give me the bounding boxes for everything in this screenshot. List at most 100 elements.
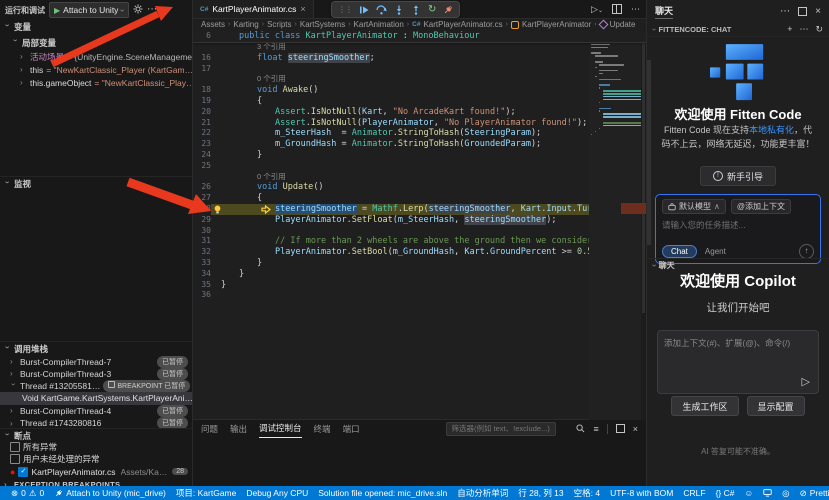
close-panel-icon[interactable]: ×: [633, 424, 638, 434]
callstack-thread-row[interactable]: ›Thread #13205581… BREAKPOINT 已暂停: [0, 380, 192, 393]
plug-icon: [54, 489, 63, 498]
variable-row-1[interactable]: ›this = "NewKartClassic_Player (KartGam…: [0, 63, 192, 76]
sticky-scroll-line[interactable]: 6public class KartPlayerAnimator : MonoB…: [193, 31, 646, 43]
debug-console-content[interactable]: [193, 437, 646, 486]
launch-config-dropdown[interactable]: ▶ Attach to Unity ›: [49, 2, 129, 18]
breakpoint-exception-row[interactable]: 用户未经处理的异常: [0, 453, 192, 466]
panel-tab-问题[interactable]: 问题: [201, 420, 218, 437]
more-actions-icon[interactable]: ⋯: [147, 5, 157, 15]
editor-more-actions-icon[interactable]: ⋯: [631, 4, 640, 15]
csharp-file-icon: C#: [412, 21, 420, 28]
status-item[interactable]: 自动分析单词: [452, 487, 513, 499]
disconnect-button[interactable]: [443, 5, 453, 15]
status-item[interactable]: 空格: 4: [569, 487, 605, 499]
step-into-button[interactable]: [394, 5, 404, 15]
private-deploy-link[interactable]: 本地私有化: [749, 125, 794, 135]
fittencode-section-header[interactable]: › FITTENCODE: CHAT + ⋯ ↻: [647, 22, 829, 37]
chat-panel-title[interactable]: 聊天: [655, 4, 673, 19]
panel-tab-调试控制台[interactable]: 调试控制台: [259, 420, 302, 438]
start-debug-icon[interactable]: ▶: [54, 6, 60, 15]
class-symbol-icon: [511, 21, 519, 29]
status-item[interactable]: Debug Any CPU: [241, 488, 313, 498]
callstack-thread-row[interactable]: ›Burst-CompilerThread-3 已暂停: [0, 367, 192, 380]
add-context-chip[interactable]: @添加上下文: [731, 199, 791, 214]
model-selector-chip[interactable]: 默认模型 ∧: [662, 199, 726, 214]
code-line-26: 26void Update(): [193, 182, 646, 193]
code-editor[interactable]: 6public class KartPlayerAnimator : MonoB…: [193, 31, 646, 420]
close-panel-icon[interactable]: ×: [815, 6, 821, 17]
fitten-input-placeholder: 请输入您的任务描述...: [662, 219, 814, 231]
code-line-34: 34}: [193, 269, 646, 280]
status-item[interactable]: CRLF: [678, 488, 710, 498]
status-item[interactable]: 行 28, 列 13: [513, 487, 568, 499]
problems-status[interactable]: ⊗0⚠0: [6, 488, 49, 499]
minimap[interactable]: [589, 31, 641, 420]
codelens-references[interactable]: 0 个引用: [193, 172, 646, 183]
debug-toolbar: ⋮⋮ ↻: [331, 1, 460, 18]
breakpoint-dot-icon: ●: [10, 467, 15, 477]
breakpoint-exception-row[interactable]: 所有异常: [0, 440, 192, 453]
maximize-panel-icon[interactable]: [798, 7, 807, 16]
tab-title: KartPlayerAnimator.cs: [212, 4, 296, 14]
status-item-slash[interactable]: ⊘Prettier: [795, 488, 829, 499]
copilot-chat-input[interactable]: 添加上下文(#)、扩展(@)、命令(/) ▷: [657, 330, 819, 394]
checkbox-checked-icon: ✓: [18, 467, 28, 477]
status-item[interactable]: 项目: KartGame: [171, 487, 241, 499]
code-line-6[interactable]: 6public class KartPlayerAnimator : MonoB…: [193, 31, 646, 42]
maximize-panel-icon[interactable]: [616, 424, 625, 433]
generate-workspace-button[interactable]: 生成工作区: [671, 396, 738, 416]
drag-handle-icon[interactable]: ⋮⋮: [338, 5, 352, 14]
callstack-thread-row[interactable]: ›Burst-CompilerThread-7 已暂停: [0, 355, 192, 368]
panel-more-icon[interactable]: ⋯: [780, 6, 790, 17]
step-over-button[interactable]: [376, 5, 387, 15]
new-chat-icon[interactable]: +: [787, 24, 792, 35]
fitten-welcome-title: 欢迎使用 Fitten Code: [647, 104, 829, 123]
search-icon[interactable]: [576, 424, 585, 433]
callstack-thread-row[interactable]: ›Burst-CompilerThread-4 已暂停: [0, 404, 192, 417]
fitten-send-button[interactable]: ↑: [799, 244, 814, 259]
show-config-button[interactable]: 显示配置: [747, 396, 805, 416]
variable-row-0[interactable]: ›活动场景 = {UnityEngine.SceneManagement…: [0, 50, 192, 63]
minimap-current-line-marker: [621, 203, 646, 214]
status-item[interactable]: Solution file opened: mic_drive.sln: [313, 488, 452, 498]
variable-row-2[interactable]: ›this.gameObject = "NewKartClassic_Play…: [0, 76, 192, 89]
scope-local-variables[interactable]: ›局部变量: [0, 36, 192, 49]
status-item-screen[interactable]: [758, 489, 777, 497]
status-item-plug[interactable]: Attach to Unity (mic_drive): [49, 488, 171, 498]
refresh-icon[interactable]: ↻: [815, 24, 823, 35]
status-item-target[interactable]: ◎: [777, 488, 794, 499]
split-editor-icon[interactable]: [612, 4, 622, 14]
status-item-smiley[interactable]: ☺: [739, 488, 758, 498]
editor-scrollbar[interactable]: [641, 31, 646, 420]
fitten-chat-input[interactable]: 默认模型 ∧ @添加上下文 请输入您的任务描述... Chat Agent ↑: [655, 194, 821, 264]
gear-icon[interactable]: [133, 4, 143, 17]
chat-mode-toggle[interactable]: Chat: [662, 245, 697, 258]
agent-mode-toggle[interactable]: Agent: [705, 247, 726, 256]
watch-section-header[interactable]: ›监视: [0, 176, 192, 191]
copilot-send-icon[interactable]: ▷: [802, 375, 810, 388]
clear-console-icon[interactable]: ≡: [593, 424, 598, 434]
close-tab-icon[interactable]: ×: [300, 4, 305, 14]
fitten-more-icon[interactable]: ⋯: [799, 24, 808, 35]
panel-tab-端口[interactable]: 端口: [343, 420, 360, 437]
panel-tab-终端[interactable]: 终端: [314, 420, 331, 437]
variables-section-header[interactable]: ›变量: [0, 20, 192, 34]
console-filter-input[interactable]: [446, 422, 556, 436]
tab-kartplayeranimator[interactable]: C# KartPlayerAnimator.cs ×: [193, 0, 314, 18]
status-item[interactable]: UTF-8 with BOM: [605, 488, 678, 498]
callstack-frame-row[interactable]: Void KartGame.KartSystems.KartPlayerAni…: [0, 392, 192, 405]
status-item[interactable]: {} C#: [711, 488, 740, 498]
run-file-button[interactable]: ▷⌄: [591, 4, 603, 15]
restart-button[interactable]: ↻: [428, 5, 436, 15]
vscode-window: 运行和调试 ▶ Attach to Unity › ⋯ ›变量 ›局部变量 ›活…: [0, 0, 829, 486]
codelens-references[interactable]: 0 个引用: [193, 74, 646, 85]
panel-tab-输出[interactable]: 输出: [230, 420, 247, 437]
right-panel-scrollbar[interactable]: [647, 60, 651, 245]
callstack-section-header[interactable]: ›调用堆栈: [0, 341, 192, 356]
breadcrumb[interactable]: Assets›Karting›Scripts›KartSystems›KartA…: [193, 18, 646, 31]
step-out-button[interactable]: [411, 5, 421, 15]
breakpoint-file-row[interactable]: ● ✓ KartPlayerAnimator.cs Assets/Kart…28: [0, 465, 192, 478]
codelens-references[interactable]: 3 个引用: [193, 42, 646, 53]
beginner-guide-button[interactable]: ! 新手引导: [700, 166, 776, 186]
continue-button[interactable]: [359, 5, 369, 15]
